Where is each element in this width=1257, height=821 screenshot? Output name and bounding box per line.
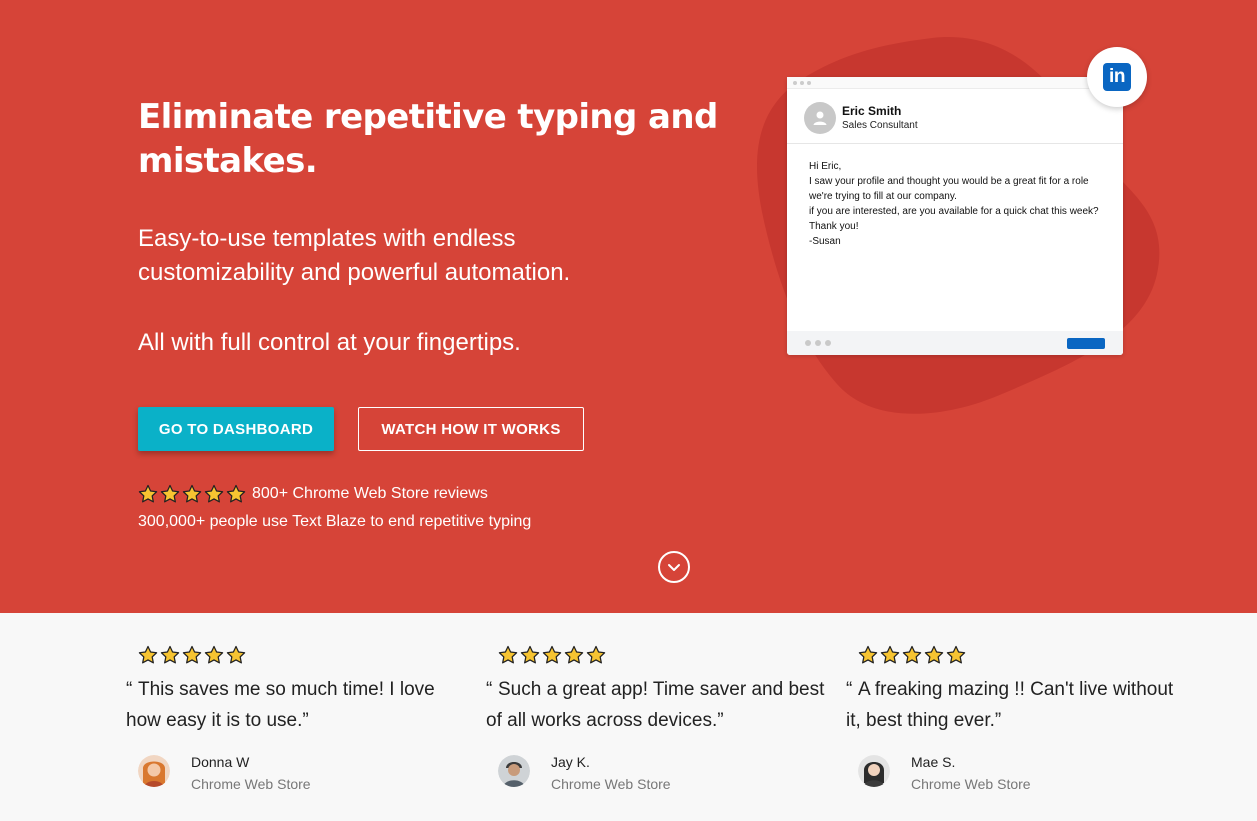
star-icon <box>520 645 540 665</box>
quote-text: A freaking mazing !! Can't live without … <box>846 679 1174 731</box>
star-icon <box>204 645 224 665</box>
message-line: Thank you! <box>809 221 859 232</box>
star-icon <box>586 645 606 665</box>
star-icon <box>542 645 562 665</box>
profile-name: Eric Smith <box>842 103 902 118</box>
testimonial-quote: “This saves me so much time! I love how … <box>126 674 471 736</box>
rating-summary: 800+ Chrome Web Store reviews <box>138 484 488 504</box>
profile-header: Eric Smith Sales Consultant <box>804 102 918 134</box>
message-line: I saw your profile and thought you would… <box>809 176 1089 202</box>
testimonial-author: Jay K. Chrome Web Store <box>498 753 671 791</box>
testimonial-author: Mae S. Chrome Web Store <box>858 753 1031 791</box>
open-quote: “ <box>486 679 493 700</box>
chevron-down-icon <box>668 564 680 571</box>
window-titlebar <box>787 77 1123 89</box>
user-avatar-icon <box>804 102 836 134</box>
star-icon <box>160 484 180 504</box>
testimonial-stars <box>498 645 606 665</box>
linkedin-icon: in <box>1103 63 1131 91</box>
author-name: Mae S. <box>911 754 956 770</box>
star-icon <box>902 645 922 665</box>
star-icon <box>226 484 246 504</box>
star-icon <box>138 645 158 665</box>
testimonials-section: “This saves me so much time! I love how … <box>0 613 1257 821</box>
message-line: Hi Eric, <box>809 161 842 172</box>
message-line: if you are interested, are you available… <box>809 206 1099 217</box>
author-source: Chrome Web Store <box>551 776 671 792</box>
message-body: Hi Eric, I saw your profile and thought … <box>809 159 1109 249</box>
quote-text: Such a great app! Time saver and best of… <box>486 679 825 731</box>
message-line: -Susan <box>809 236 841 247</box>
avatar <box>858 755 890 787</box>
star-icon <box>880 645 900 665</box>
hero-section: Eliminate repetitive typing and mistakes… <box>0 0 1257 613</box>
star-icon <box>204 484 224 504</box>
star-icon <box>182 645 202 665</box>
linkedin-badge: in <box>1087 47 1147 107</box>
star-icon <box>226 645 246 665</box>
testimonial-author: Donna W Chrome Web Store <box>138 753 311 791</box>
hero-headline: Eliminate repetitive typing and mistakes… <box>138 97 718 181</box>
testimonial-stars <box>138 645 246 665</box>
open-quote: “ <box>126 679 133 700</box>
star-icon <box>564 645 584 665</box>
users-count-text: 300,000+ people use Text Blaze to end re… <box>138 513 532 530</box>
star-icon <box>946 645 966 665</box>
send-button <box>1067 338 1105 349</box>
watch-how-it-works-button[interactable]: WATCH HOW IT WORKS <box>358 407 584 451</box>
profile-role: Sales Consultant <box>842 119 918 131</box>
rating-text: 800+ Chrome Web Store reviews <box>252 485 488 502</box>
open-quote: “ <box>846 679 853 700</box>
avatar <box>498 755 530 787</box>
author-name: Donna W <box>191 754 250 770</box>
message-footer <box>787 331 1123 355</box>
quote-text: This saves me so much time! I love how e… <box>126 679 435 731</box>
scroll-down-button[interactable] <box>658 551 690 583</box>
toolbar-dot <box>815 340 821 346</box>
hero-tagline: All with full control at your fingertips… <box>138 329 521 356</box>
author-name: Jay K. <box>551 754 590 770</box>
hero-subtitle: Easy-to-use templates with endless custo… <box>138 225 571 286</box>
star-icon <box>498 645 518 665</box>
linkedin-message-mockup: Eric Smith Sales Consultant Hi Eric, I s… <box>787 77 1123 355</box>
testimonial-quote: “Such a great app! Time saver and best o… <box>486 674 831 736</box>
star-icon <box>182 484 202 504</box>
go-to-dashboard-button[interactable]: GO TO DASHBOARD <box>138 407 334 451</box>
star-icon <box>858 645 878 665</box>
toolbar-dot <box>825 340 831 346</box>
testimonial-quote: “A freaking mazing !! Can't live without… <box>846 674 1191 736</box>
toolbar-dot <box>805 340 811 346</box>
star-icon <box>138 484 158 504</box>
star-icon <box>924 645 944 665</box>
divider <box>787 143 1123 144</box>
author-source: Chrome Web Store <box>911 776 1031 792</box>
author-source: Chrome Web Store <box>191 776 311 792</box>
rating-stars <box>138 484 246 504</box>
star-icon <box>160 645 180 665</box>
testimonial-stars <box>858 645 966 665</box>
avatar <box>138 755 170 787</box>
